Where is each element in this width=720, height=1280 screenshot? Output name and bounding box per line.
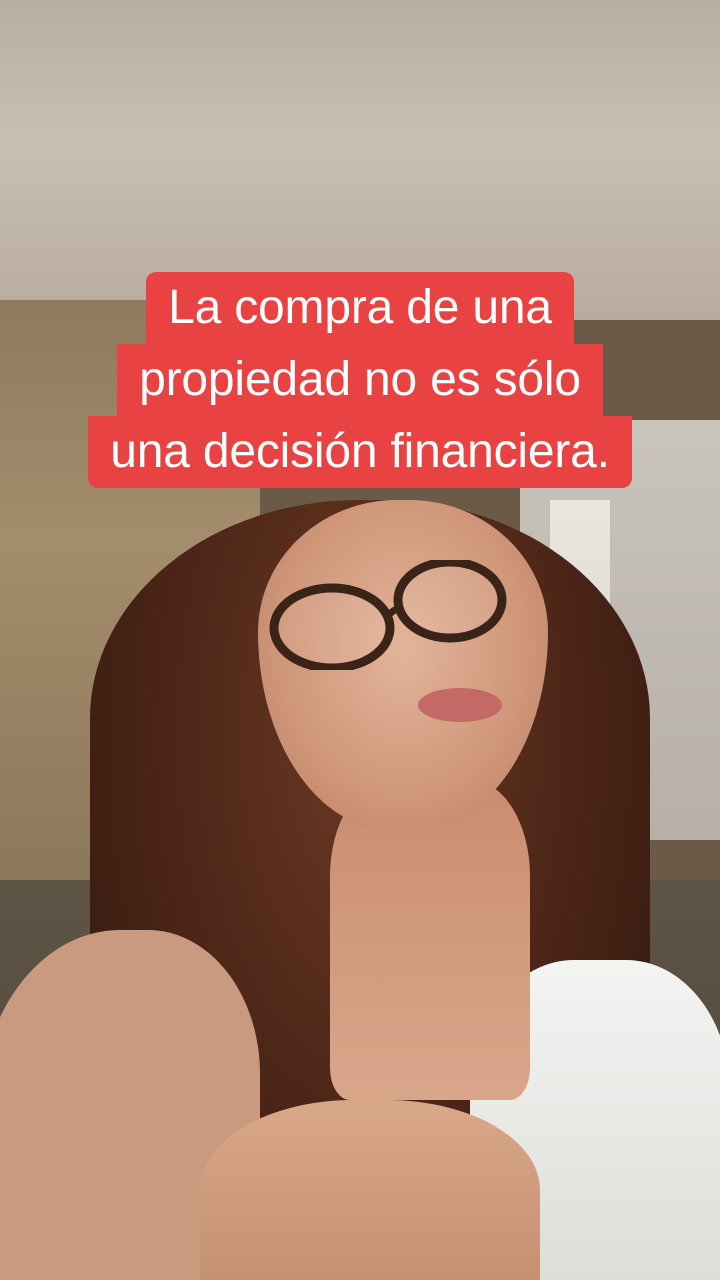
video-frame: La compra de una propiedad no es sólo un… — [0, 0, 720, 1280]
caption-line-2: propiedad no es sólo — [117, 344, 603, 416]
clasped-hands — [200, 1100, 540, 1280]
caption-line-3: una decisión financiera. — [88, 416, 632, 488]
lips — [418, 688, 502, 722]
glasses-icon — [269, 560, 507, 670]
caption-overlay: La compra de una propiedad no es sólo un… — [0, 272, 720, 488]
caption-line-1: La compra de una — [146, 272, 574, 344]
